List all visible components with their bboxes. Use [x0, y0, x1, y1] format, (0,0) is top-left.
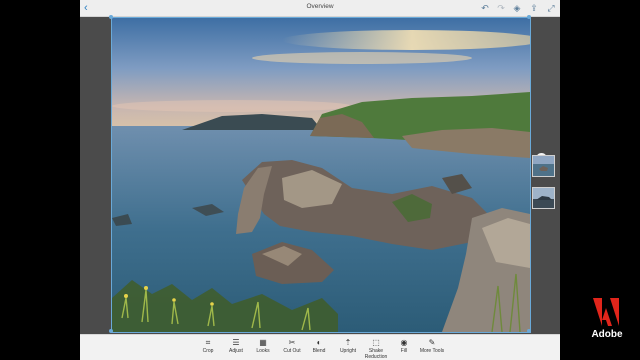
resize-handle-bottom-right[interactable]	[527, 329, 531, 333]
undo-button[interactable]: ↶	[479, 2, 491, 14]
bottom-toolbar: ⌗ Crop ☰ Adjust ▦ Looks ✂ Cut Out ◐ Blen…	[80, 334, 560, 360]
more-tools-button[interactable]: ✎ More Tools	[415, 337, 449, 355]
layer-thumbnail-image	[533, 188, 554, 208]
resize-handle-top-right[interactable]	[527, 15, 531, 19]
layer-thumbnail-image	[533, 156, 554, 176]
layer-thumbnail-2[interactable]	[532, 187, 555, 209]
coastal-landscape-image	[112, 18, 530, 332]
layer-thumbnail-1[interactable]	[532, 155, 555, 177]
resize-handle-bottom-left[interactable]	[109, 329, 113, 333]
adobe-mark-icon	[593, 298, 619, 326]
share-icon: ⇪	[530, 3, 538, 13]
redo-button[interactable]: ↷	[495, 2, 507, 14]
adobe-logo: Adobe	[587, 298, 627, 348]
photo-layer[interactable]	[111, 17, 531, 333]
top-bar: ‹ Overview ↶ ↷ ◈ ⇪ ⤢	[80, 0, 560, 17]
redo-icon: ↷	[497, 3, 505, 13]
layers-button[interactable]: ◈	[511, 2, 523, 14]
undo-icon: ↶	[481, 3, 489, 13]
editing-canvas: +	[80, 15, 560, 333]
adobe-wordmark: Adobe	[591, 329, 623, 340]
fullscreen-button[interactable]: ⤢	[545, 2, 557, 14]
share-button[interactable]: ⇪	[528, 2, 540, 14]
layers-icon: ◈	[513, 3, 521, 13]
photoshop-mix-window: ‹ Overview ↶ ↷ ◈ ⇪ ⤢ ⌗ Crop ☰ Adjust ▦ L…	[80, 0, 560, 360]
fullscreen-icon: ⤢	[547, 3, 555, 13]
resize-handle-top-left[interactable]	[109, 15, 113, 19]
